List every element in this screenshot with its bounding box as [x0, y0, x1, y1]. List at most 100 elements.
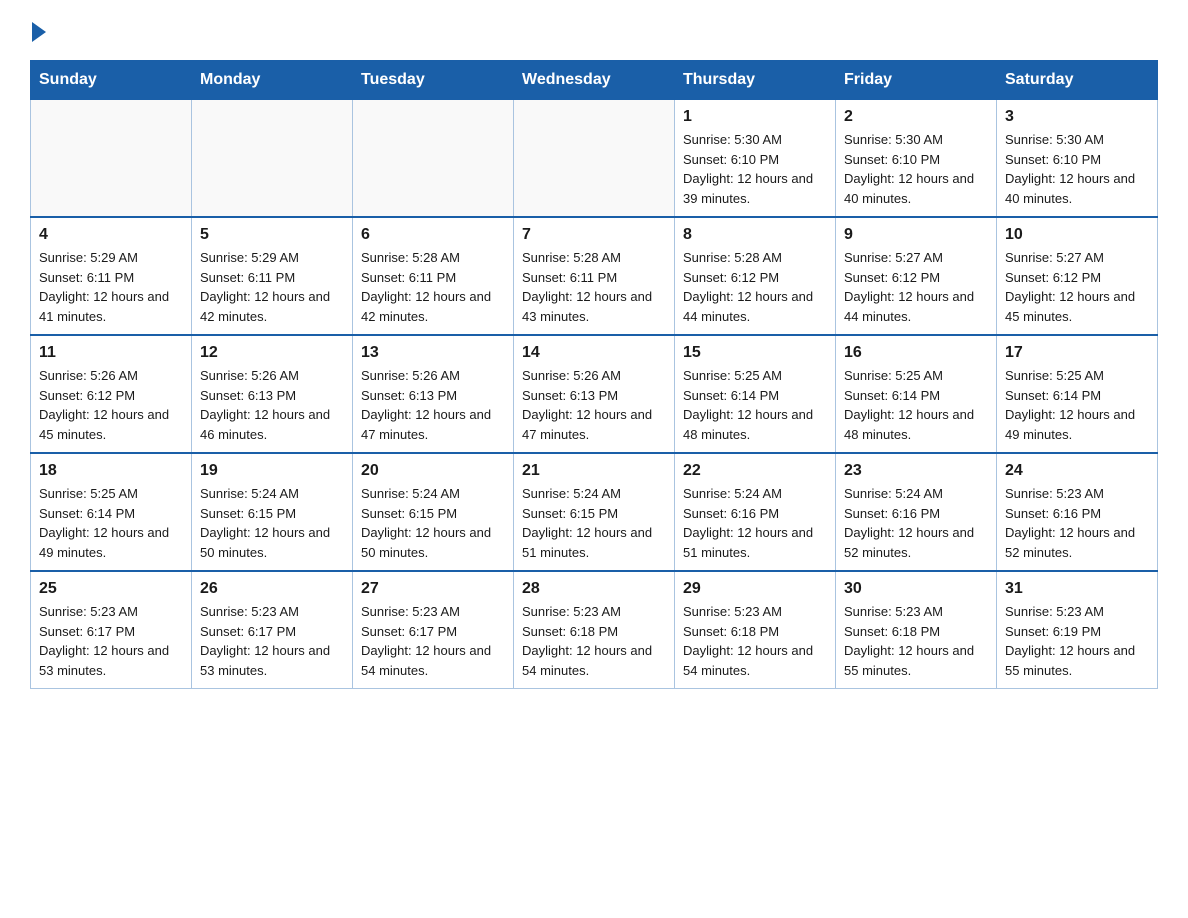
calendar-cell: 18 Sunrise: 5:25 AM Sunset: 6:14 PM Dayli…	[31, 453, 192, 571]
calendar-header-friday: Friday	[836, 61, 997, 100]
calendar-cell: 11Sunrise: 5:26 AM Sunset: 6:12 PM Dayli…	[31, 335, 192, 453]
day-number: 21	[522, 462, 666, 480]
day-info: Sunrise: 5:25 AM Sunset: 6:14 PM Dayligh…	[1005, 366, 1149, 444]
day-info: Sunrise: 5:25 AM Sunset: 6:14 PM Dayligh…	[844, 366, 988, 444]
day-number: 4	[39, 226, 183, 244]
day-number: 19	[200, 462, 344, 480]
day-info: Sunrise: 5:28 AM Sunset: 6:11 PM Dayligh…	[361, 248, 505, 326]
calendar-cell: 5Sunrise: 5:29 AM Sunset: 6:11 PM Daylig…	[192, 217, 353, 335]
day-number: 25	[39, 580, 183, 598]
calendar-cell: 8 Sunrise: 5:28 AM Sunset: 6:12 PM Daylig…	[675, 217, 836, 335]
calendar-cell: 21 Sunrise: 5:24 AM Sunset: 6:15 PM Dayli…	[514, 453, 675, 571]
day-info: Sunrise: 5:28 AM Sunset: 6:11 PM Dayligh…	[522, 248, 666, 326]
day-number: 2	[844, 108, 988, 126]
calendar-header-saturday: Saturday	[997, 61, 1158, 100]
calendar-week-row: 11Sunrise: 5:26 AM Sunset: 6:12 PM Dayli…	[31, 335, 1158, 453]
calendar-cell: 19 Sunrise: 5:24 AM Sunset: 6:15 PM Dayli…	[192, 453, 353, 571]
day-info: Sunrise: 5:26 AM Sunset: 6:12 PM Dayligh…	[39, 366, 183, 444]
day-number: 24	[1005, 462, 1149, 480]
day-info: Sunrise: 5:29 AM Sunset: 6:11 PM Dayligh…	[39, 248, 183, 326]
day-info: Sunrise: 5:26 AM Sunset: 6:13 PM Dayligh…	[522, 366, 666, 444]
day-info: Sunrise: 5:25 AM Sunset: 6:14 PM Dayligh…	[683, 366, 827, 444]
calendar-week-row: 4 Sunrise: 5:29 AM Sunset: 6:11 PM Daylig…	[31, 217, 1158, 335]
calendar-cell: 28 Sunrise: 5:23 AM Sunset: 6:18 PM Dayli…	[514, 571, 675, 689]
calendar-week-row: 25 Sunrise: 5:23 AM Sunset: 6:17 PM Dayli…	[31, 571, 1158, 689]
day-number: 29	[683, 580, 827, 598]
day-number: 31	[1005, 580, 1149, 598]
calendar-header-thursday: Thursday	[675, 61, 836, 100]
day-info: Sunrise: 5:24 AM Sunset: 6:15 PM Dayligh…	[522, 484, 666, 562]
day-info: Sunrise: 5:25 AM Sunset: 6:14 PM Dayligh…	[39, 484, 183, 562]
day-info: Sunrise: 5:24 AM Sunset: 6:16 PM Dayligh…	[844, 484, 988, 562]
day-info: Sunrise: 5:23 AM Sunset: 6:16 PM Dayligh…	[1005, 484, 1149, 562]
calendar-week-row: 1 Sunrise: 5:30 AM Sunset: 6:10 PM Daylig…	[31, 100, 1158, 218]
day-number: 26	[200, 580, 344, 598]
calendar-table: SundayMondayTuesdayWednesdayThursdayFrid…	[30, 60, 1158, 689]
day-number: 23	[844, 462, 988, 480]
logo-triangle-icon	[32, 22, 46, 42]
calendar-cell	[31, 100, 192, 218]
calendar-cell: 17 Sunrise: 5:25 AM Sunset: 6:14 PM Dayli…	[997, 335, 1158, 453]
day-number: 12	[200, 344, 344, 362]
calendar-cell: 4 Sunrise: 5:29 AM Sunset: 6:11 PM Daylig…	[31, 217, 192, 335]
day-info: Sunrise: 5:23 AM Sunset: 6:17 PM Dayligh…	[361, 602, 505, 680]
calendar-cell: 22 Sunrise: 5:24 AM Sunset: 6:16 PM Dayli…	[675, 453, 836, 571]
day-info: Sunrise: 5:27 AM Sunset: 6:12 PM Dayligh…	[844, 248, 988, 326]
calendar-header-sunday: Sunday	[31, 61, 192, 100]
calendar-cell: 1 Sunrise: 5:30 AM Sunset: 6:10 PM Daylig…	[675, 100, 836, 218]
day-info: Sunrise: 5:30 AM Sunset: 6:10 PM Dayligh…	[844, 130, 988, 208]
calendar-week-row: 18 Sunrise: 5:25 AM Sunset: 6:14 PM Dayli…	[31, 453, 1158, 571]
day-number: 27	[361, 580, 505, 598]
day-info: Sunrise: 5:23 AM Sunset: 6:17 PM Dayligh…	[200, 602, 344, 680]
calendar-cell: 13 Sunrise: 5:26 AM Sunset: 6:13 PM Dayli…	[353, 335, 514, 453]
day-number: 5	[200, 226, 344, 244]
calendar-cell: 31 Sunrise: 5:23 AM Sunset: 6:19 PM Dayli…	[997, 571, 1158, 689]
day-number: 7	[522, 226, 666, 244]
calendar-header-tuesday: Tuesday	[353, 61, 514, 100]
day-info: Sunrise: 5:26 AM Sunset: 6:13 PM Dayligh…	[361, 366, 505, 444]
day-number: 20	[361, 462, 505, 480]
calendar-header-row: SundayMondayTuesdayWednesdayThursdayFrid…	[31, 61, 1158, 100]
calendar-cell: 26 Sunrise: 5:23 AM Sunset: 6:17 PM Dayli…	[192, 571, 353, 689]
calendar-cell	[192, 100, 353, 218]
calendar-header-monday: Monday	[192, 61, 353, 100]
day-info: Sunrise: 5:23 AM Sunset: 6:19 PM Dayligh…	[1005, 602, 1149, 680]
day-number: 22	[683, 462, 827, 480]
logo	[30, 20, 46, 42]
calendar-cell: 23 Sunrise: 5:24 AM Sunset: 6:16 PM Dayli…	[836, 453, 997, 571]
day-number: 9	[844, 226, 988, 244]
day-info: Sunrise: 5:24 AM Sunset: 6:16 PM Dayligh…	[683, 484, 827, 562]
calendar-cell: 15Sunrise: 5:25 AM Sunset: 6:14 PM Dayli…	[675, 335, 836, 453]
day-info: Sunrise: 5:24 AM Sunset: 6:15 PM Dayligh…	[200, 484, 344, 562]
calendar-cell: 9 Sunrise: 5:27 AM Sunset: 6:12 PM Daylig…	[836, 217, 997, 335]
day-info: Sunrise: 5:23 AM Sunset: 6:17 PM Dayligh…	[39, 602, 183, 680]
calendar-cell: 7 Sunrise: 5:28 AM Sunset: 6:11 PM Daylig…	[514, 217, 675, 335]
day-number: 14	[522, 344, 666, 362]
day-info: Sunrise: 5:26 AM Sunset: 6:13 PM Dayligh…	[200, 366, 344, 444]
calendar-header-wednesday: Wednesday	[514, 61, 675, 100]
calendar-cell: 30Sunrise: 5:23 AM Sunset: 6:18 PM Dayli…	[836, 571, 997, 689]
header	[30, 20, 1158, 42]
day-number: 17	[1005, 344, 1149, 362]
day-info: Sunrise: 5:30 AM Sunset: 6:10 PM Dayligh…	[683, 130, 827, 208]
day-number: 1	[683, 108, 827, 126]
day-info: Sunrise: 5:30 AM Sunset: 6:10 PM Dayligh…	[1005, 130, 1149, 208]
calendar-cell: 12 Sunrise: 5:26 AM Sunset: 6:13 PM Dayli…	[192, 335, 353, 453]
day-number: 6	[361, 226, 505, 244]
day-number: 18	[39, 462, 183, 480]
calendar-cell: 20 Sunrise: 5:24 AM Sunset: 6:15 PM Dayli…	[353, 453, 514, 571]
day-info: Sunrise: 5:28 AM Sunset: 6:12 PM Dayligh…	[683, 248, 827, 326]
day-info: Sunrise: 5:23 AM Sunset: 6:18 PM Dayligh…	[522, 602, 666, 680]
day-number: 13	[361, 344, 505, 362]
day-info: Sunrise: 5:27 AM Sunset: 6:12 PM Dayligh…	[1005, 248, 1149, 326]
calendar-cell: 29Sunrise: 5:23 AM Sunset: 6:18 PM Dayli…	[675, 571, 836, 689]
day-info: Sunrise: 5:24 AM Sunset: 6:15 PM Dayligh…	[361, 484, 505, 562]
day-number: 30	[844, 580, 988, 598]
day-number: 16	[844, 344, 988, 362]
day-number: 28	[522, 580, 666, 598]
calendar-cell	[353, 100, 514, 218]
calendar-cell: 16 Sunrise: 5:25 AM Sunset: 6:14 PM Dayli…	[836, 335, 997, 453]
calendar-cell: 6 Sunrise: 5:28 AM Sunset: 6:11 PM Daylig…	[353, 217, 514, 335]
day-number: 8	[683, 226, 827, 244]
calendar-cell: 27 Sunrise: 5:23 AM Sunset: 6:17 PM Dayli…	[353, 571, 514, 689]
